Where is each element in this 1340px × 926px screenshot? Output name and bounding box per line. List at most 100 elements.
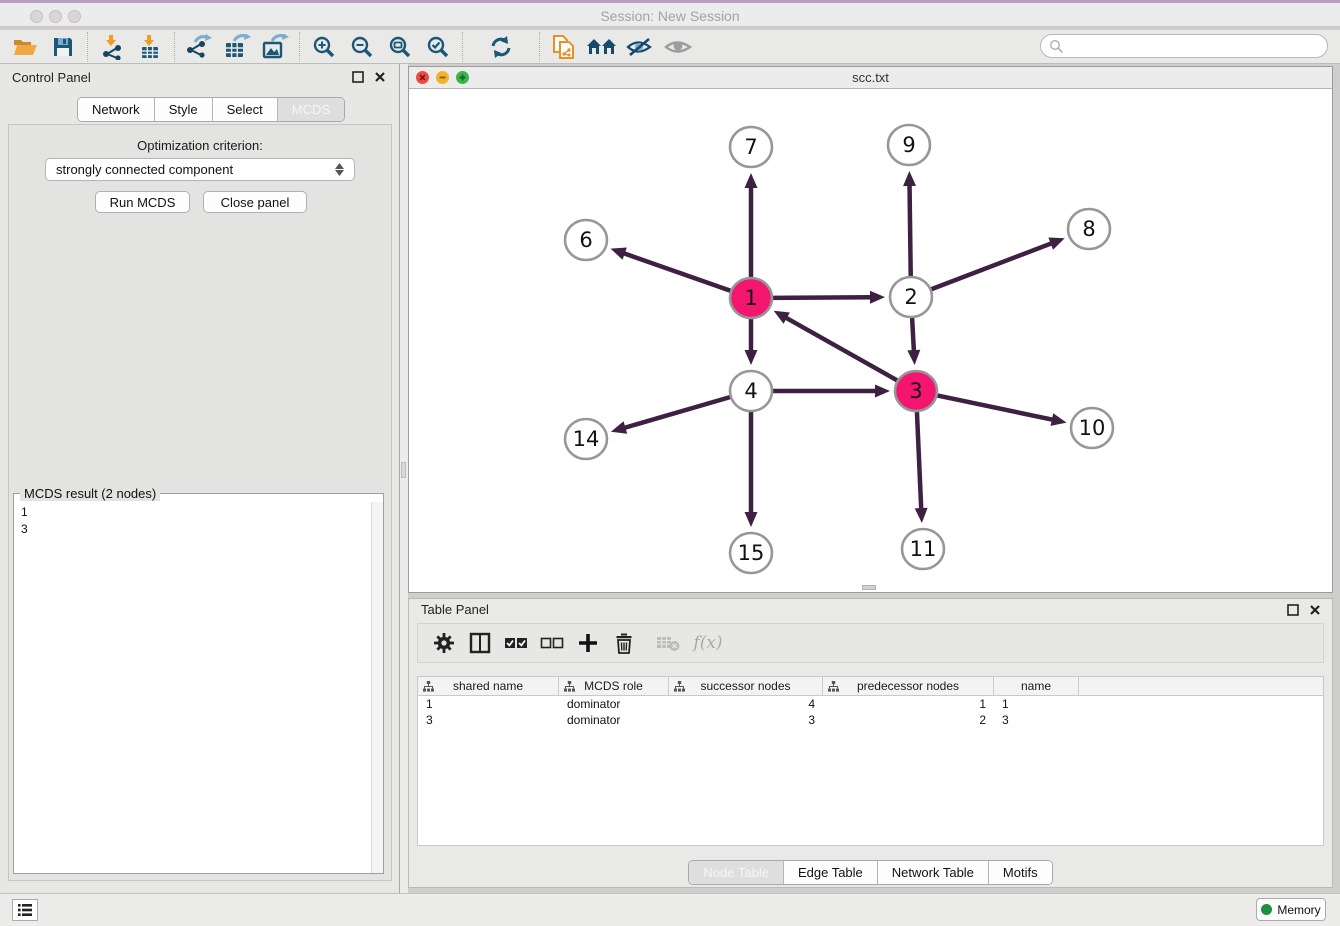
float-panel-icon[interactable] [352,70,365,83]
panel-splitter[interactable] [400,64,408,893]
show-all-icon[interactable] [659,32,697,62]
column-header-mcds-role[interactable]: MCDS role [559,677,669,695]
graph-node-9[interactable]: 9 [888,125,930,165]
table-row[interactable]: 3 dominator 3 2 3 [418,712,1323,728]
graph-node-label: 8 [1082,217,1095,241]
tab-mcds[interactable]: MCDS [278,98,344,121]
graph-edge-2-8[interactable] [931,243,1053,290]
graph-edge-2-9[interactable] [910,184,911,276]
run-mcds-button[interactable]: Run MCDS [95,191,190,213]
splitter-grip[interactable] [401,462,406,478]
export-network-icon[interactable] [180,32,218,62]
network-window: scc.txt 7968124314101511 [408,66,1333,593]
graph-edge-2-3[interactable] [912,318,914,352]
graph-node-label: 7 [744,135,757,159]
close-panel-icon[interactable] [374,70,387,83]
add-row-icon[interactable] [570,627,606,659]
zoom-out-icon[interactable] [343,32,381,62]
graph-node-label: 14 [573,427,600,451]
export-image-icon[interactable] [256,32,294,62]
column-header-name[interactable]: name [994,677,1079,695]
fx-icon: f(x) [693,633,722,653]
graph-node-15[interactable]: 15 [730,533,772,573]
delete-row-icon[interactable] [606,627,642,659]
graph-node-8[interactable]: 8 [1068,209,1110,249]
mcds-result-text[interactable]: 1 3 [15,502,370,872]
graph-edge-3-11[interactable] [917,412,921,510]
hide-selected-icon[interactable] [621,32,659,62]
network-hscroll-thumb[interactable] [862,585,876,590]
graph-node-label: 6 [579,228,592,252]
table-panel-title: Table Panel [421,602,489,617]
tab-edge-table[interactable]: Edge Table [784,861,878,884]
column-header-successor-nodes[interactable]: successor nodes [669,677,823,695]
criterion-dropdown[interactable]: strongly connected component [45,158,355,181]
graph-edge-4-14[interactable] [623,397,730,428]
select-all-icon[interactable] [498,627,534,659]
graph-arrowhead [1051,413,1067,426]
open-session-icon[interactable] [6,32,44,62]
zoom-selected-icon[interactable] [419,32,457,62]
control-panel-title: Control Panel [12,70,91,85]
duplicate-network-icon[interactable] [545,32,583,62]
tab-network[interactable]: Network [78,98,155,121]
column-header-predecessor-nodes[interactable]: predecessor nodes [823,677,994,695]
graph-arrowhead [915,508,928,523]
graph-node-6[interactable]: 6 [565,220,607,260]
graph-node-7[interactable]: 7 [730,127,772,167]
tab-select[interactable]: Select [213,98,278,121]
search-input[interactable] [1040,34,1328,58]
close-table-panel-icon[interactable] [1309,603,1322,616]
import-network-icon[interactable] [93,32,131,62]
graph-arrowhead [745,512,758,527]
column-settings-icon[interactable] [426,627,462,659]
memory-status-icon [1261,904,1272,915]
export-table-icon[interactable] [218,32,256,62]
control-panel-tabs: Network Style Select MCDS [77,97,345,122]
tab-style[interactable]: Style [155,98,213,121]
tab-node-table[interactable]: Node Table [689,861,784,884]
graph-arrowhead [745,173,758,188]
float-table-panel-icon[interactable] [1287,603,1300,616]
toolbar-separator [174,32,175,62]
toolbar-separator [87,32,88,62]
table-row[interactable]: 1 dominator 4 1 1 [418,696,1323,712]
node-table: shared name MCDS role successor nodes pr… [417,676,1324,846]
task-history-button[interactable] [12,899,38,921]
graph-node-14[interactable]: 14 [565,419,607,459]
graph-node-1[interactable]: 1 [730,278,772,318]
graph-node-2[interactable]: 2 [890,277,932,317]
import-table-icon[interactable] [131,32,169,62]
graph-node-3[interactable]: 3 [895,371,937,411]
tab-motifs[interactable]: Motifs [989,861,1052,884]
close-panel-button[interactable]: Close panel [203,191,307,213]
tab-network-table[interactable]: Network Table [878,861,989,884]
graph-arrowhead [903,171,916,186]
save-session-icon[interactable] [44,32,82,62]
table-tabs: Node Table Edge Table Network Table Moti… [409,860,1332,885]
show-home-icon[interactable] [583,32,621,62]
column-layout-icon[interactable] [462,627,498,659]
zoom-fit-icon[interactable] [381,32,419,62]
graph-edge-1-2[interactable] [772,297,872,298]
zoom-in-icon[interactable] [305,32,343,62]
node-table-header: shared name MCDS role successor nodes pr… [418,677,1323,696]
graph-edge-1-6[interactable] [623,253,731,291]
refresh-layout-icon[interactable] [482,32,520,62]
graph-arrowhead [611,421,627,433]
graph-node-label: 10 [1079,416,1106,440]
toolbar-separator [462,32,463,62]
column-header-shared-name[interactable]: shared name [418,677,559,695]
graph-arrowhead [870,291,885,304]
memory-button[interactable]: Memory [1256,898,1326,921]
graph-node-10[interactable]: 10 [1071,408,1113,448]
graph-edge-3-10[interactable] [937,395,1054,420]
result-scrollbar[interactable] [371,502,383,873]
mcds-panel: Optimization criterion: strongly connect… [8,124,392,881]
graph-edge-3-1[interactable] [785,317,898,381]
graph-node-11[interactable]: 11 [902,529,944,569]
graph-node-label: 11 [910,537,937,561]
network-canvas[interactable]: 7 9 6 8 1 2 4 3 14 10 15 11 [409,89,1332,592]
deselect-all-icon[interactable] [534,627,570,659]
graph-node-4[interactable]: 4 [730,371,772,411]
